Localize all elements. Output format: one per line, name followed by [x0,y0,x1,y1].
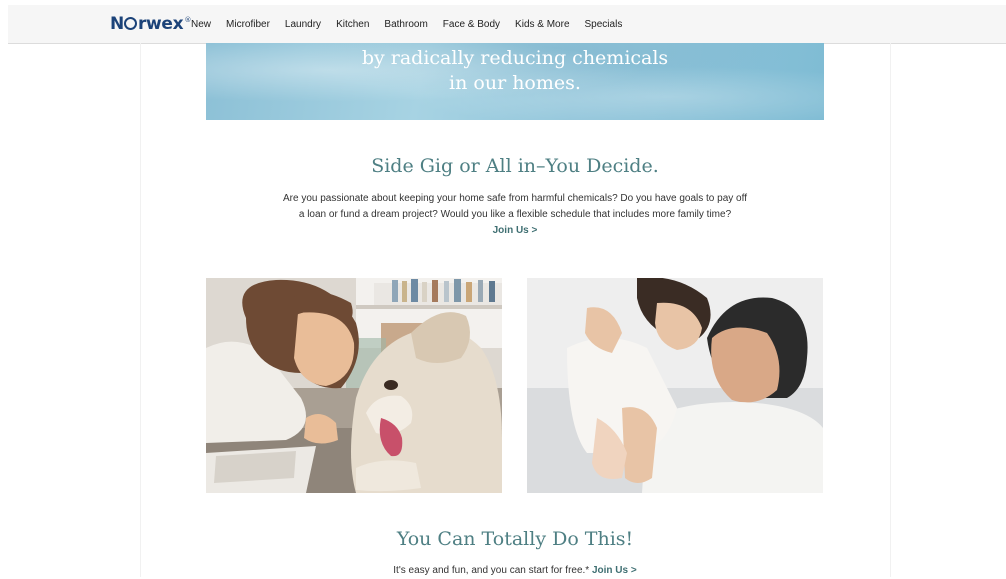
side-gig-text-line-1: Are you passionate about keeping your ho… [283,193,747,204]
nav-menu: New Microfiber Laundry Kitchen Bathroom … [191,5,637,43]
hero-banner: by radically reducing chemicals in our h… [206,43,824,120]
norwex-logo[interactable]: Nrwex® [110,14,191,34]
nav-item-kitchen[interactable]: Kitchen [336,19,369,30]
join-us-link-2[interactable]: Join Us > [592,565,637,576]
side-gig-text-line-2: a loan or fund a dream project? Would yo… [298,209,732,220]
nav-item-specials[interactable]: Specials [585,19,623,30]
join-us-link[interactable]: Join Us > [206,223,824,239]
side-gig-paragraph: Are you passionate about keeping your ho… [206,191,824,239]
father-kissing-child-photo [527,278,823,493]
logo-text-end: rwex [137,14,184,34]
woman-with-dog-photo [206,278,502,493]
nav-item-bathroom[interactable]: Bathroom [384,19,427,30]
nav-item-microfiber[interactable]: Microfiber [226,19,270,30]
start-free-text: It's easy and fun, and you can start for… [393,565,592,576]
hero-text-line-2: in our homes. [449,72,581,94]
you-can-do-this-heading: You Can Totally Do This! [396,528,634,550]
top-nav-bar: Nrwex® New Microfiber Laundry Kitchen Ba… [8,5,1006,44]
content-left-border [140,43,141,577]
content-right-border [890,43,891,577]
nav-item-kids-more[interactable]: Kids & More [515,19,569,30]
side-gig-heading: Side Gig or All in–You Decide. [371,155,659,177]
nav-item-face-body[interactable]: Face & Body [443,19,500,30]
hero-text-line-1: by radically reducing chemicals [361,47,669,69]
nav-item-laundry[interactable]: Laundry [285,19,321,30]
nav-item-new[interactable]: New [191,19,211,30]
logo-o-mark [124,17,138,30]
logo-text-start: N [110,14,124,34]
